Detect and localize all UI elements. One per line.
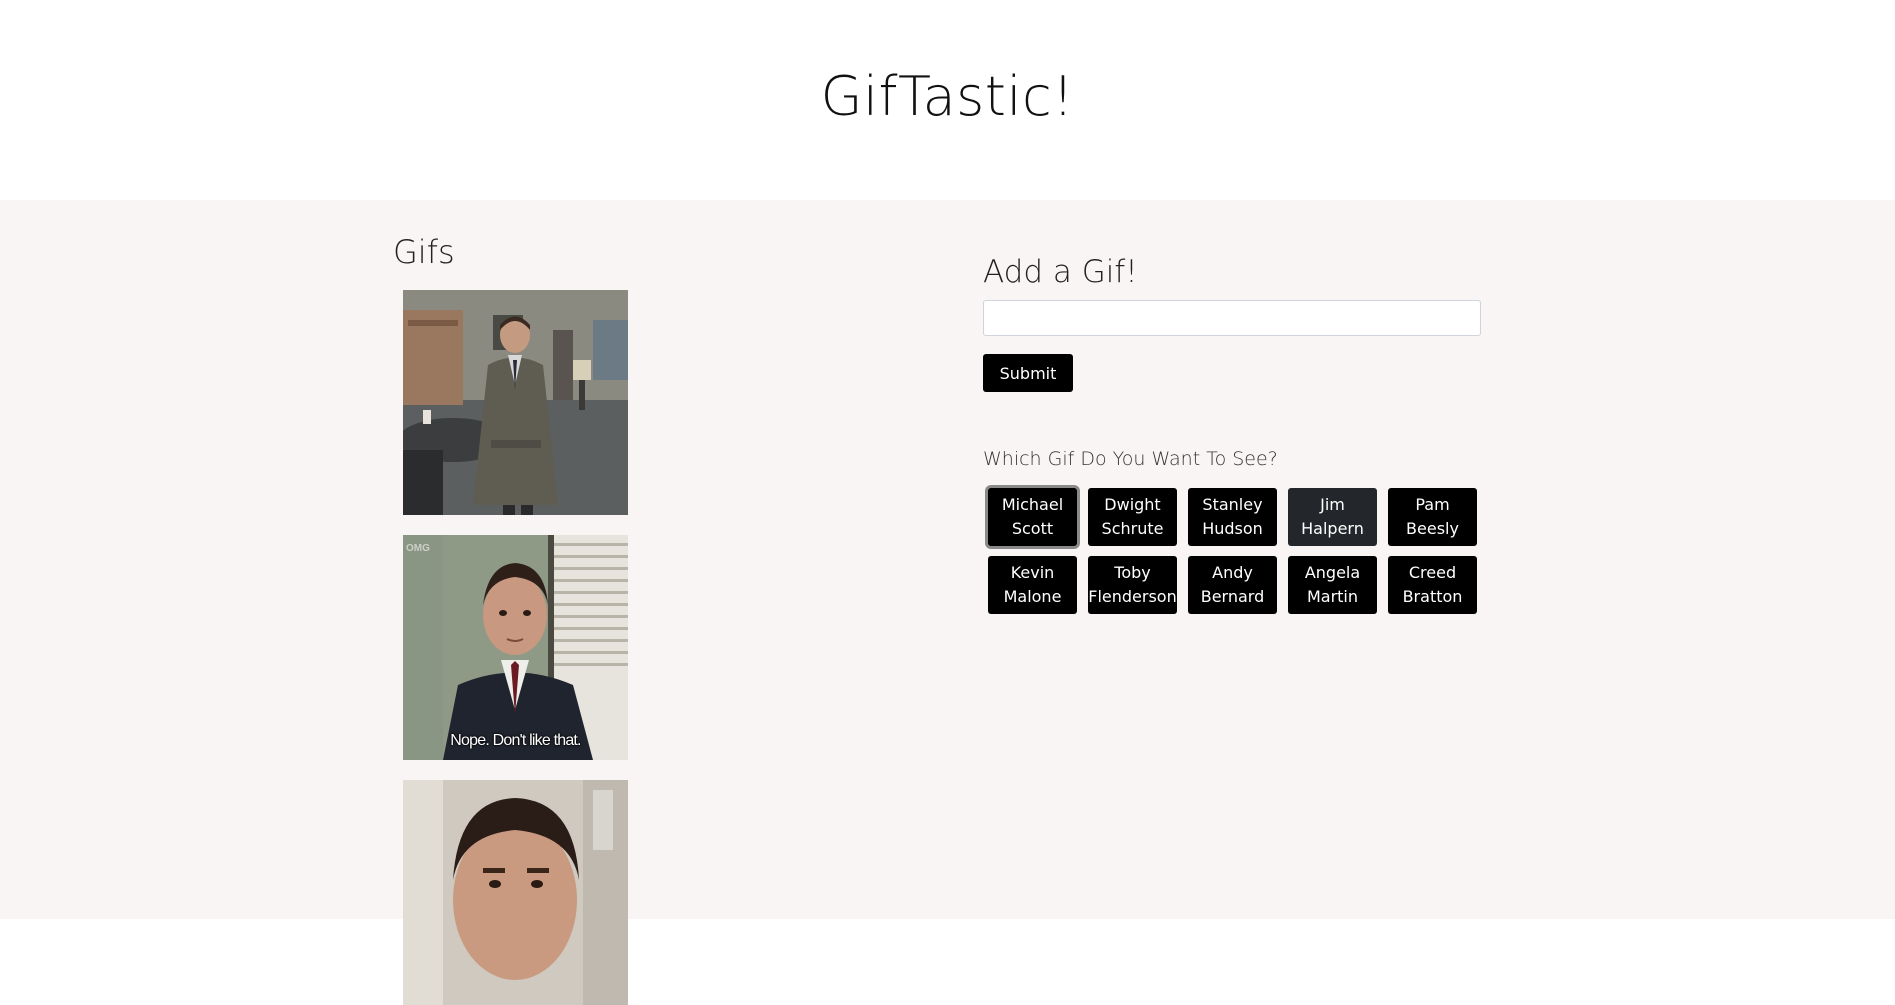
gifs-heading: Gifs [393,233,455,271]
gif-watermark: OMG [406,543,430,554]
char-button-label-line1: Dwight [1104,495,1161,514]
char-button-label-line1: Stanley [1202,495,1263,514]
char-button-label-line1: Creed [1408,563,1457,582]
char-button-label-line2: Schrute [1101,519,1164,538]
add-gif-heading: Add a Gif! [983,254,1138,290]
char-button-label-line2: Bernard [1200,587,1265,606]
add-gif-input[interactable] [983,300,1481,336]
char-button-label-line1: Andy [1212,563,1253,582]
char-button-label-line2: Scott [1011,519,1054,538]
char-button-label-line2: Martin [1306,587,1359,606]
char-button-label-line1: Toby [1114,563,1151,582]
gif-image-3[interactable] [403,780,628,1005]
gif-image-1[interactable] [403,290,628,515]
char-button-label-line2: Malone [1003,587,1062,606]
char-button-creed-bratton[interactable]: Creed Bratton [1388,556,1477,614]
char-button-label-line2: Halpern [1301,519,1364,538]
char-button-label-line1: Kevin [1010,563,1055,582]
char-button-jim-halpern[interactable]: Jim Halpern [1288,488,1377,546]
char-button-label-line1: Pam [1415,495,1450,514]
char-button-dwight-schrute[interactable]: Dwight Schrute [1088,488,1177,546]
char-button-label-line1: Angela [1304,563,1361,582]
char-button-label-line2: Beesly [1406,519,1459,538]
submit-button[interactable]: Submit [983,354,1073,392]
main-content: Gifs OMG Nope. Don't like that. Add a Gi… [0,200,1895,1005]
gif-image-1-art [403,290,628,515]
char-button-label-line2: Bratton [1402,587,1463,606]
char-button-michael-scott[interactable]: Michael Scott [988,488,1077,546]
char-button-label-line1: Jim [1320,495,1345,514]
gif-image-2[interactable]: OMG Nope. Don't like that. [403,535,628,760]
gif-image-3-art [403,780,628,1005]
choices-label: Which Gif Do You Want To See? [983,448,1278,470]
char-button-andy-bernard[interactable]: Andy Bernard [1188,556,1277,614]
char-button-kevin-malone[interactable]: Kevin Malone [988,556,1077,614]
char-button-pam-beesly[interactable]: Pam Beesly [1388,488,1477,546]
char-button-label-line2: Hudson [1202,519,1263,538]
gif-caption: Nope. Don't like that. [450,732,581,749]
char-button-label-line2: Flenderson [1088,587,1177,606]
site-title: GifTastic! [820,65,1075,128]
char-button-label-line1: Michael [1001,495,1064,514]
site-header: GifTastic! [0,0,1895,200]
char-button-stanley-hudson[interactable]: Stanley Hudson [1188,488,1277,546]
gif-image-2-art [403,535,628,760]
char-button-toby-flenderson[interactable]: Toby Flenderson [1088,556,1177,614]
char-button-angela-martin[interactable]: Angela Martin [1288,556,1377,614]
